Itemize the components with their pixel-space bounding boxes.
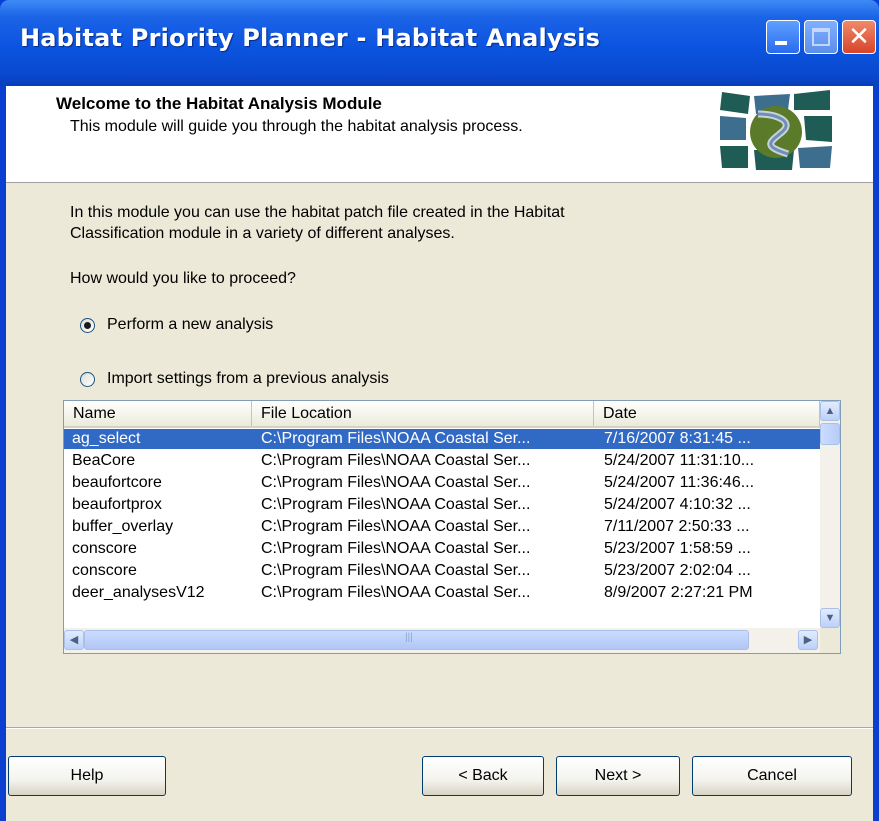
header-subtitle: This module will guide you through the h… bbox=[70, 118, 523, 135]
row-name: beaufortcore bbox=[72, 474, 162, 491]
header-title: Welcome to the Habitat Analysis Module bbox=[56, 94, 382, 113]
row-location: C:\Program Files\NOAA Coastal Ser... bbox=[261, 496, 531, 513]
grip-icon: ||| bbox=[405, 632, 413, 643]
app-window: Habitat Priority Planner - Habitat Analy… bbox=[0, 0, 879, 821]
row-date: 7/11/2007 2:50:33 ... bbox=[604, 518, 750, 535]
row-name: deer_analysesV12 bbox=[72, 584, 205, 601]
habitat-logo-icon bbox=[718, 88, 834, 172]
intro-line-2: Classification module in a variety of di… bbox=[70, 225, 455, 242]
horizontal-scrollbar[interactable]: ◀ ||| ▶ bbox=[64, 628, 820, 653]
row-date: 5/24/2007 4:10:32 ... bbox=[604, 496, 751, 513]
minimize-button[interactable] bbox=[766, 20, 800, 54]
window-title: Habitat Priority Planner - Habitat Analy… bbox=[20, 24, 601, 52]
row-location: C:\Program Files\NOAA Coastal Ser... bbox=[261, 584, 531, 601]
list-header: Name File Location Date bbox=[64, 401, 820, 428]
row-location: C:\Program Files\NOAA Coastal Ser... bbox=[261, 452, 531, 469]
chevron-left-icon: ◀ bbox=[69, 634, 79, 646]
list-row[interactable]: buffer_overlay C:\Program Files\NOAA Coa… bbox=[64, 517, 820, 537]
row-date: 5/24/2007 11:31:10... bbox=[604, 452, 755, 469]
wizard-header: Welcome to the Habitat Analysis Module T… bbox=[6, 86, 873, 183]
cancel-button[interactable]: Cancel bbox=[692, 756, 852, 796]
footer-divider bbox=[6, 727, 873, 729]
chevron-right-icon: ▶ bbox=[803, 634, 813, 646]
row-date: 5/23/2007 2:02:04 ... bbox=[604, 562, 751, 579]
next-button[interactable]: Next > bbox=[556, 756, 680, 796]
column-header-file-location[interactable]: File Location bbox=[252, 401, 594, 426]
chevron-up-icon: ▲ bbox=[824, 405, 836, 417]
row-date: 5/23/2007 1:58:59 ... bbox=[604, 540, 751, 557]
close-button[interactable]: ✕ bbox=[842, 20, 876, 54]
list-row[interactable]: conscore C:\Program Files\NOAA Coastal S… bbox=[64, 561, 820, 581]
scroll-right-button[interactable]: ▶ bbox=[798, 630, 818, 650]
row-date: 5/24/2007 11:36:46... bbox=[604, 474, 755, 491]
maximize-icon bbox=[812, 28, 830, 46]
list-row[interactable]: beaufortcore C:\Program Files\NOAA Coast… bbox=[64, 473, 820, 493]
row-location: C:\Program Files\NOAA Coastal Ser... bbox=[261, 562, 531, 579]
list-row[interactable]: conscore C:\Program Files\NOAA Coastal S… bbox=[64, 539, 820, 559]
title-bar[interactable]: Habitat Priority Planner - Habitat Analy… bbox=[0, 0, 879, 86]
import-settings-label[interactable]: Import settings from a previous analysis bbox=[107, 370, 389, 388]
maximize-button[interactable] bbox=[804, 20, 838, 54]
list-row[interactable]: ag_select C:\Program Files\NOAA Coastal … bbox=[64, 429, 820, 449]
scrollbar-corner bbox=[820, 628, 840, 653]
row-location: C:\Program Files\NOAA Coastal Ser... bbox=[261, 474, 531, 491]
previous-analyses-list[interactable]: Name File Location Date ag_select C:\Pro… bbox=[63, 400, 841, 654]
back-button[interactable]: < Back bbox=[422, 756, 544, 796]
list-row[interactable]: beaufortprox C:\Program Files\NOAA Coast… bbox=[64, 495, 820, 515]
help-button[interactable]: Help bbox=[8, 756, 166, 796]
row-name: beaufortprox bbox=[72, 496, 162, 513]
row-name: BeaCore bbox=[72, 452, 136, 469]
row-name: conscore bbox=[72, 540, 137, 557]
scroll-up-button[interactable]: ▲ bbox=[820, 401, 840, 421]
list-row[interactable]: BeaCore C:\Program Files\NOAA Coastal Se… bbox=[64, 451, 820, 471]
row-name: buffer_overlay bbox=[72, 518, 174, 535]
horizontal-scroll-thumb[interactable]: ||| bbox=[84, 630, 749, 650]
vertical-scroll-thumb[interactable] bbox=[820, 423, 840, 445]
dialog-client-area: Welcome to the Habitat Analysis Module T… bbox=[6, 86, 873, 821]
column-header-date[interactable]: Date bbox=[594, 401, 820, 426]
intro-line-1: In this module you can use the habitat p… bbox=[70, 204, 565, 221]
column-header-name[interactable]: Name bbox=[64, 401, 252, 426]
row-location: C:\Program Files\NOAA Coastal Ser... bbox=[261, 540, 531, 557]
scroll-down-button[interactable]: ▼ bbox=[820, 608, 840, 628]
row-name: ag_select bbox=[72, 430, 141, 447]
proceed-question: How would you like to proceed? bbox=[70, 270, 296, 287]
vertical-scrollbar[interactable]: ▲ ▼ bbox=[820, 401, 840, 628]
row-date: 8/9/2007 2:27:21 PM bbox=[604, 584, 753, 601]
row-location: C:\Program Files\NOAA Coastal Ser... bbox=[261, 518, 531, 535]
chevron-down-icon: ▼ bbox=[824, 612, 836, 624]
row-location: C:\Program Files\NOAA Coastal Ser... bbox=[261, 430, 531, 447]
new-analysis-radio[interactable] bbox=[80, 318, 95, 333]
row-date: 7/16/2007 8:31:45 ... bbox=[604, 430, 751, 447]
list-row[interactable]: deer_analysesV12 C:\Program Files\NOAA C… bbox=[64, 583, 820, 603]
radio-selected-dot bbox=[84, 322, 91, 329]
new-analysis-label[interactable]: Perform a new analysis bbox=[107, 316, 273, 334]
minimize-icon bbox=[775, 41, 787, 45]
row-name: conscore bbox=[72, 562, 137, 579]
close-icon: ✕ bbox=[848, 22, 870, 52]
import-settings-radio[interactable] bbox=[80, 372, 95, 387]
scroll-left-button[interactable]: ◀ bbox=[64, 630, 84, 650]
